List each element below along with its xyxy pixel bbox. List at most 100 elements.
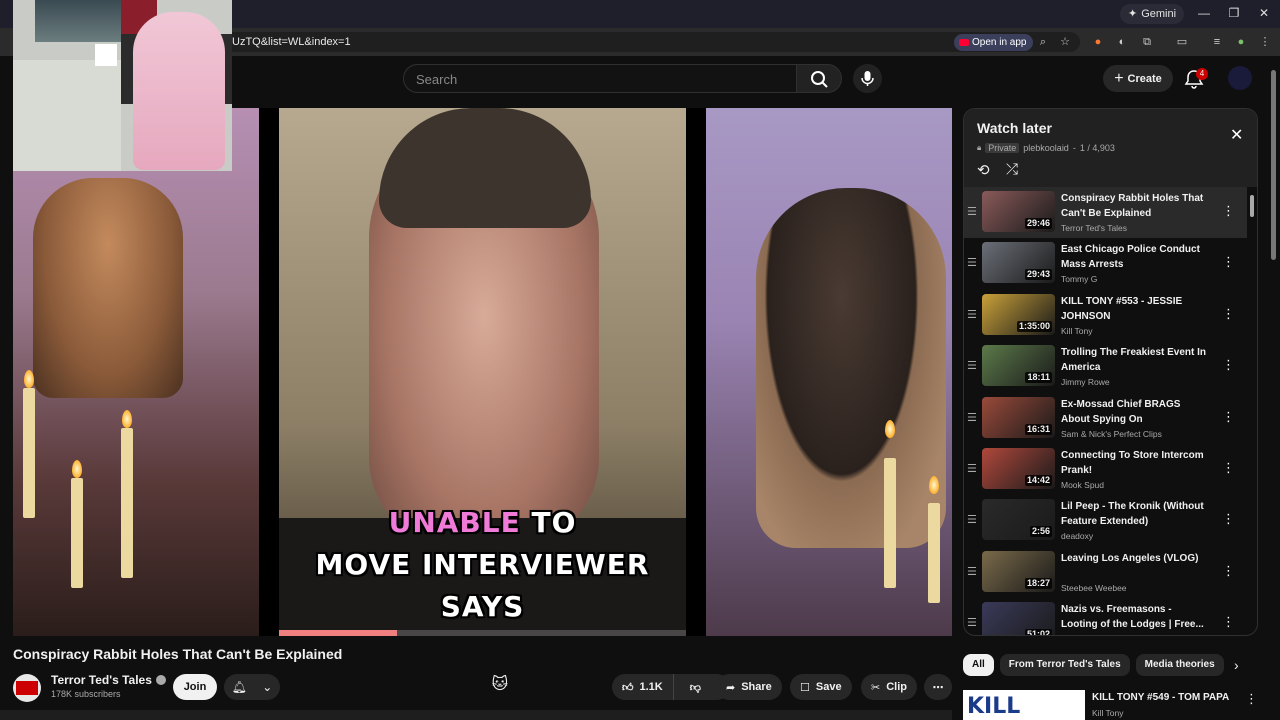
search-input[interactable] — [416, 71, 776, 87]
item-menu-icon[interactable]: ⋮ — [1222, 203, 1235, 219]
minimize-icon[interactable]: — — [1196, 6, 1212, 20]
playlist-item-thumbnail[interactable]: 16:31 — [982, 396, 1055, 438]
zoom-icon[interactable]: ⌕ — [1036, 35, 1050, 49]
playlist-item[interactable]: ☰ 18:11 Trolling The Freakiest Event In Am… — [964, 341, 1247, 392]
recommendation-menu-icon[interactable]: ⋮ — [1245, 691, 1258, 707]
channel-avatar[interactable] — [13, 674, 41, 702]
search-button[interactable] — [796, 64, 842, 93]
drag-handle-icon[interactable]: ☰ — [967, 308, 977, 321]
item-menu-icon[interactable]: ⋮ — [1222, 511, 1235, 527]
shuffle-icon[interactable]: ⤮ — [1006, 161, 1018, 178]
filter-chip[interactable]: Media theories — [1135, 654, 1224, 676]
share-button[interactable]: ➦ Share — [716, 674, 782, 700]
playlist-item[interactable]: ☰ 29:43 East Chicago Police Conduct Mass A… — [964, 238, 1247, 289]
playlist-item-title[interactable]: Leaving Los Angeles (VLOG) — [1061, 551, 1211, 566]
playlist-item-title[interactable]: Nazis vs. Freemasons - Looting of the Lo… — [1061, 602, 1211, 632]
playlist-item[interactable]: ☰ 18:27 Leaving Los Angeles (VLOG) Steebee … — [964, 547, 1247, 598]
restore-icon[interactable]: ❐ — [1226, 6, 1242, 20]
profile-icon[interactable]: ● — [1234, 35, 1248, 49]
candle-flame — [72, 460, 82, 478]
channel-name-row[interactable]: Terror Ted's Tales — [51, 673, 166, 687]
address-text[interactable]: UzTQ&list=WL&index=1 — [232, 36, 351, 48]
chevron-right-icon[interactable]: › — [1234, 657, 1239, 673]
playlist-owner[interactable]: plebkoolaid — [1023, 143, 1069, 153]
drag-handle-icon[interactable]: ☰ — [967, 256, 977, 269]
item-menu-icon[interactable]: ⋮ — [1222, 409, 1235, 425]
create-button[interactable]: + Create — [1103, 65, 1173, 92]
item-menu-icon[interactable]: ⋮ — [1222, 563, 1235, 579]
playlist-item-title[interactable]: Ex-Mossad Chief BRAGS About Spying On EV… — [1061, 397, 1211, 427]
playlist-item[interactable]: ☰ 1:35:00 KILL TONY #553 - JESSIE JOHNSON K… — [964, 290, 1247, 341]
more-actions-button[interactable]: ⋯ — [924, 674, 952, 700]
playlist-item-title[interactable]: KILL TONY #553 - JESSIE JOHNSON — [1061, 294, 1211, 324]
voice-search-button[interactable] — [853, 64, 882, 93]
playlist-item-thumbnail[interactable]: 1:35:00 — [982, 293, 1055, 335]
playlist-scrollbar[interactable] — [1249, 187, 1255, 635]
playlist-item-thumbnail[interactable]: 18:27 — [982, 550, 1055, 592]
drag-handle-icon[interactable]: ☰ — [967, 616, 977, 629]
playlist-item-title[interactable]: East Chicago Police Conduct Mass Arrests — [1061, 242, 1211, 272]
clip-button[interactable]: ✂ Clip — [861, 674, 917, 700]
playlist-item-thumbnail[interactable]: 29:46 — [982, 191, 1055, 232]
playlist-item-thumbnail[interactable]: 18:11 — [982, 345, 1055, 387]
playlist-item-thumbnail[interactable]: 29:43 — [982, 242, 1055, 284]
drag-handle-icon[interactable]: ☰ — [967, 462, 977, 475]
puzzle-icon[interactable]: ⧉ — [1140, 35, 1154, 49]
filter-chip[interactable]: All — [963, 654, 994, 676]
drag-handle-icon[interactable]: ☰ — [967, 359, 977, 372]
drag-handle-icon[interactable]: ☰ — [967, 411, 977, 424]
like-button[interactable]: 👍︎ 1.1K — [612, 674, 674, 700]
playlist-item-thumbnail[interactable]: 51:02 — [982, 602, 1055, 635]
playlist-item-title[interactable]: Conspiracy Rabbit Holes That Can't Be Ex… — [1061, 191, 1211, 221]
gemini-button[interactable]: ✦ Gemini — [1120, 4, 1185, 24]
item-menu-icon[interactable]: ⋮ — [1222, 306, 1235, 322]
playlist-title[interactable]: Watch later — [977, 120, 1052, 136]
playlist-item[interactable]: ☰ 29:46 Conspiracy Rabbit Holes That Can't… — [964, 187, 1247, 239]
playlist-item-thumbnail[interactable]: 2:56 — [982, 499, 1055, 541]
dislike-button[interactable]: 👎︎ — [680, 681, 711, 694]
playlist-item[interactable]: ☰ 51:02 Nazis vs. Freemasons - Looting of … — [964, 598, 1247, 635]
recommendation-title[interactable]: KILL TONY #549 - TOM PAPA — [1092, 692, 1229, 703]
item-menu-icon[interactable]: ⋮ — [1222, 614, 1235, 630]
drag-handle-icon[interactable]: ☰ — [967, 513, 977, 526]
reading-list-icon[interactable]: ≡ — [1210, 35, 1224, 49]
recommendation-thumbnail[interactable]: KILL TONY — [963, 690, 1085, 720]
channel-name[interactable]: Terror Ted's Tales — [51, 673, 152, 687]
item-menu-icon[interactable]: ⋮ — [1222, 254, 1235, 270]
join-button[interactable]: Join — [173, 674, 217, 700]
extension-2-icon[interactable]: ◐ — [1115, 35, 1129, 49]
subscription-bell-button[interactable]: 🔔︎ ⌄ — [224, 674, 280, 700]
candle-flame — [885, 420, 895, 438]
playlist-item-title[interactable]: Lil Peep - The Kronik (Without Feature E… — [1061, 499, 1211, 529]
cast-icon[interactable]: ▭ — [1175, 35, 1189, 49]
page-scrollbar[interactable] — [1270, 60, 1278, 720]
browser-menu-icon[interactable]: ⋮ — [1258, 35, 1272, 49]
drag-handle-icon[interactable]: ☰ — [967, 565, 977, 578]
playlist-item-title[interactable]: Trolling The Freakiest Event In America — [1061, 345, 1211, 375]
save-button[interactable]: ☐ Save — [790, 674, 852, 700]
item-menu-icon[interactable]: ⋮ — [1222, 357, 1235, 373]
playlist-item-channel: Tommy G — [1061, 274, 1098, 285]
close-playlist-icon[interactable]: ✕ — [1230, 125, 1243, 145]
filter-chip[interactable]: From Terror Ted's Tales — [999, 654, 1130, 676]
page-scrollbar-thumb[interactable] — [1271, 70, 1276, 260]
close-window-icon[interactable]: ✕ — [1256, 6, 1272, 20]
drag-handle-icon[interactable]: ☰ — [967, 205, 977, 218]
playlist-item[interactable]: ☰ 14:42 Connecting To Store Intercom Prank… — [964, 444, 1247, 495]
playlist-item[interactable]: ☰ 16:31 Ex-Mossad Chief BRAGS About Spying… — [964, 393, 1247, 444]
recommendation-channel[interactable]: Kill Tony — [1092, 708, 1124, 718]
candle-flame — [929, 476, 939, 494]
loop-icon[interactable]: ⟲ — [977, 161, 990, 179]
video-player[interactable]: UNABLE TO MOVE INTERVIEWER SAYS — [13, 108, 952, 636]
account-avatar[interactable] — [1228, 66, 1252, 90]
bookmark-star-icon[interactable]: ☆ — [1058, 35, 1072, 49]
playlist-item[interactable]: ☰ 2:56 Lil Peep - The Kronik (Without Feat… — [964, 495, 1247, 546]
playlist-scrollbar-thumb[interactable] — [1250, 195, 1254, 217]
playlist-item-thumbnail[interactable]: 14:42 — [982, 447, 1055, 489]
lock-icon: 🔒︎ — [977, 143, 982, 152]
video-progress-bar[interactable] — [279, 630, 686, 636]
playlist-item-title[interactable]: Connecting To Store Intercom Prank! — [1061, 448, 1211, 478]
item-menu-icon[interactable]: ⋮ — [1222, 460, 1235, 476]
open-in-app-button[interactable]: Open in app — [954, 34, 1033, 51]
extension-icon[interactable]: ● — [1091, 35, 1105, 49]
